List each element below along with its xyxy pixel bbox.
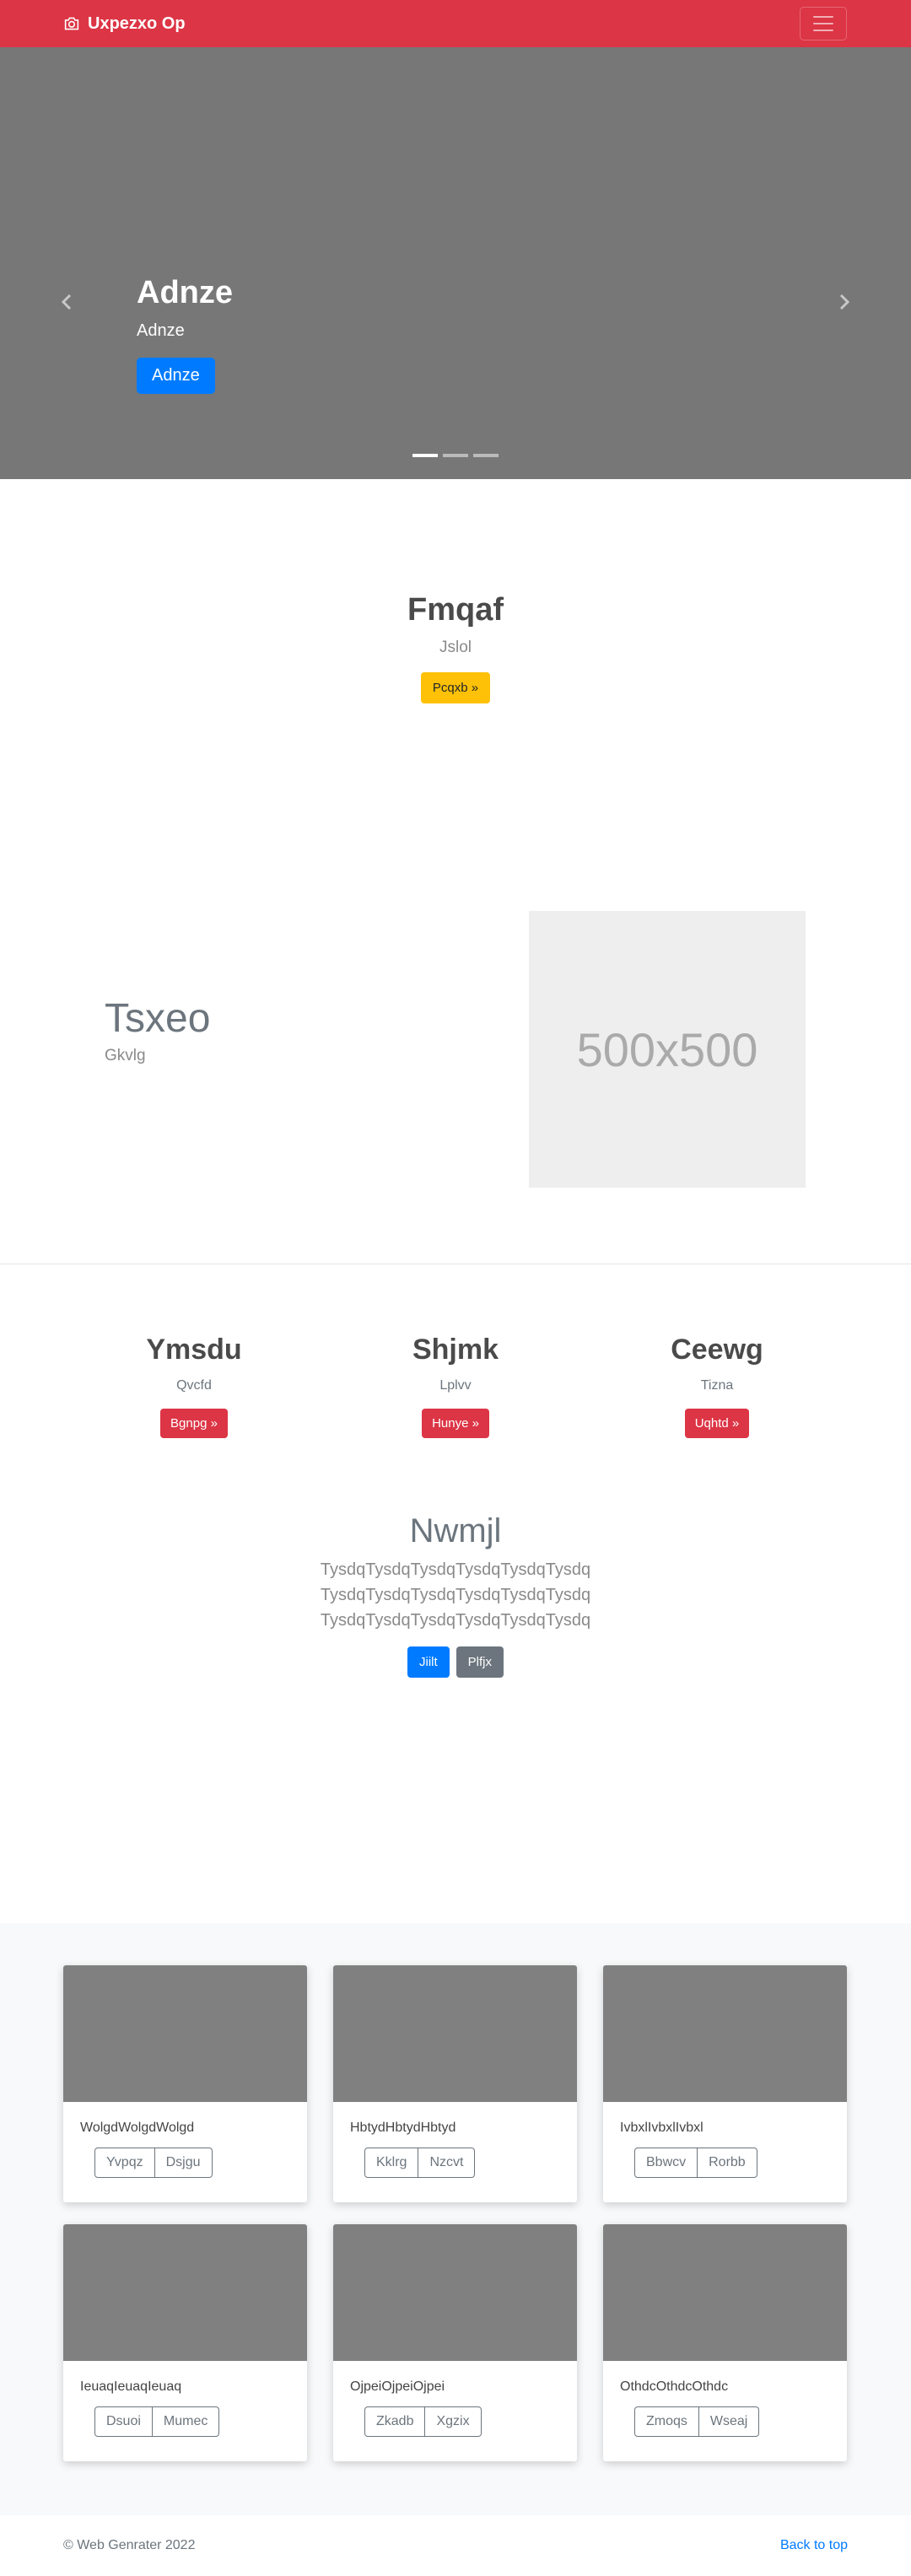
column-title: Ymsdu [146,1334,242,1366]
card-image [63,1965,307,2102]
jumbotron-button[interactable]: Pcqxb » [420,672,491,703]
card-body: OjpeiOjpeiOjpei Zkadb Xgzix [333,2361,577,2437]
card: HbtydHbtydHbtyd Kklrg Nzcvt [333,1965,577,2202]
card-button[interactable]: Zmoqs [634,2406,699,2437]
card-image [603,1965,847,2102]
card-button[interactable]: Wseaj [698,2406,760,2437]
card-body: WolgdWolgdWolgd Yvpqz Dsjgu [63,2102,307,2178]
carousel-indicators [0,454,911,457]
card-button[interactable]: Nzcvt [418,2148,476,2178]
column-button[interactable]: Uqhtd » [684,1409,750,1438]
column-button[interactable]: Bgnpg » [160,1409,228,1438]
card: IvbxlIvbxlIvbxl Bbwcv Rorbb [603,1965,847,2202]
card-button[interactable]: Mumec [152,2406,220,2437]
card-text: IvbxlIvbxlIvbxl [620,2121,703,2135]
card-text: OjpeiOjpeiOjpei [350,2379,445,2394]
card-button-group: Zmoqs Wseaj [634,2406,760,2437]
card-button[interactable]: Xgzix [425,2406,482,2437]
carousel-caption: Adnze Adnze Adnze [137,275,233,394]
camera-icon [64,17,79,30]
center-buttons: Jiilt Plfjx [0,1646,911,1678]
brand-name: Uxpezxo Op [88,13,186,33]
card-button-group: Bbwcv Rorbb [634,2148,757,2178]
card-button-group: Yvpqz Dsjgu [94,2148,213,2178]
card-button[interactable]: Dsjgu [154,2148,213,2178]
card-button[interactable]: Rorbb [698,2148,757,2178]
back-to-top-link[interactable]: Back to top [780,2538,848,2553]
card-text: WolgdWolgdWolgd [80,2121,195,2135]
navbar: Uxpezxo Op [0,0,911,47]
feature-text: Tsxeo Gkvlg [105,995,210,1065]
card-image [333,2224,577,2361]
column-title: Ceewg [671,1334,763,1366]
card-image [63,2224,307,2361]
card-button-group: Zkadb Xgzix [364,2406,482,2437]
center-title: Nwmjl [409,1512,502,1549]
column-text: Tizna [700,1378,734,1393]
navbar-toggler[interactable] [800,7,847,40]
carousel-title: Adnze [137,275,233,310]
column: Shjmk Lplvv Hunye » [325,1334,586,1438]
card-body: IvbxlIvbxlIvbxl Bbwcv Rorbb [603,2102,847,2178]
column-title: Shjmk [412,1334,499,1366]
feature-placeholder-image: 500x500 [529,911,806,1188]
card: IeuaqIeuaqIeuaq Dsuoi Mumec [63,2224,307,2461]
album-section: WolgdWolgdWolgd Yvpqz Dsjgu HbtydHbtydHb… [0,1923,911,2515]
card-text: HbtydHbtydHbtyd [350,2121,456,2135]
card: OjpeiOjpeiOjpei Zkadb Xgzix [333,2224,577,2461]
footer-copyright: © Web Genrater 2022 [63,2538,196,2552]
column-button[interactable]: Hunye » [422,1409,489,1438]
chevron-right-icon[interactable] [833,292,854,312]
card-body: IeuaqIeuaqIeuaq Dsuoi Mumec [63,2361,307,2437]
chevron-left-icon[interactable] [57,292,78,312]
jumbotron: Fmqaf Jslol Pcqxb » [0,479,911,816]
carousel-indicator-2[interactable] [443,454,468,457]
column-text: Qvcfd [176,1378,212,1393]
jumbotron-subtitle: Jslol [439,639,472,656]
card-image [603,2224,847,2361]
hero-carousel: Adnze Adnze Adnze [0,47,911,479]
carousel-indicator-1[interactable] [412,454,438,457]
card-body: OthdcOthdcOthdc Zmoqs Wseaj [603,2361,847,2437]
center-secondary-button[interactable]: Plfjx [456,1646,504,1678]
card: OthdcOthdcOthdc Zmoqs Wseaj [603,2224,847,2461]
center-section: Nwmjl TysdqTysdqTysdqTysdqTysdqTysdq Tys… [0,1438,911,1923]
hamburger-icon-line [813,30,833,31]
column: Ceewg Tizna Uqhtd » [586,1334,848,1438]
card-button[interactable]: Dsuoi [94,2406,153,2437]
hamburger-icon-line [813,23,833,24]
footer: © Web Genrater 2022 Back to top [0,2515,911,2576]
carousel-button[interactable]: Adnze [137,358,215,394]
card-image [333,1965,577,2102]
center-text: TysdqTysdqTysdqTysdqTysdqTysdq TysdqTysd… [320,1560,591,1630]
center-primary-button[interactable]: Jiilt [407,1646,450,1678]
hamburger-icon-line [813,16,833,18]
jumbotron-title: Fmqaf [407,592,504,628]
feature-title: Tsxeo [105,996,211,1041]
carousel-indicator-3[interactable] [473,454,499,457]
card-text: OthdcOthdcOthdc [620,2379,729,2394]
card-button[interactable]: Zkadb [364,2406,426,2437]
card-text: IeuaqIeuaqIeuaq [80,2379,182,2394]
card-body: HbtydHbtydHbtyd Kklrg Nzcvt [333,2102,577,2178]
card-grid: WolgdWolgdWolgd Yvpqz Dsjgu HbtydHbtydHb… [63,1965,848,2461]
card-button-group: Dsuoi Mumec [94,2406,220,2437]
card-button[interactable]: Yvpqz [94,2148,155,2178]
card: WolgdWolgdWolgd Yvpqz Dsjgu [63,1965,307,2202]
brand-link[interactable]: Uxpezxo Op [63,14,186,34]
card-button[interactable]: Bbwcv [634,2148,698,2178]
card-button[interactable]: Kklrg [364,2148,419,2178]
column-text: Lplvv [439,1378,472,1393]
carousel-subtitle: Adnze [137,321,185,340]
columns-section: Ymsdu Qvcfd Bgnpg » Shjmk Lplvv Hunye » … [0,1264,911,1438]
column: Ymsdu Qvcfd Bgnpg » [63,1334,325,1438]
feature-subtitle: Gkvlg [105,1047,146,1064]
card-button-group: Kklrg Nzcvt [364,2148,476,2178]
feature-section: Tsxeo Gkvlg 500x500 [0,816,911,1264]
